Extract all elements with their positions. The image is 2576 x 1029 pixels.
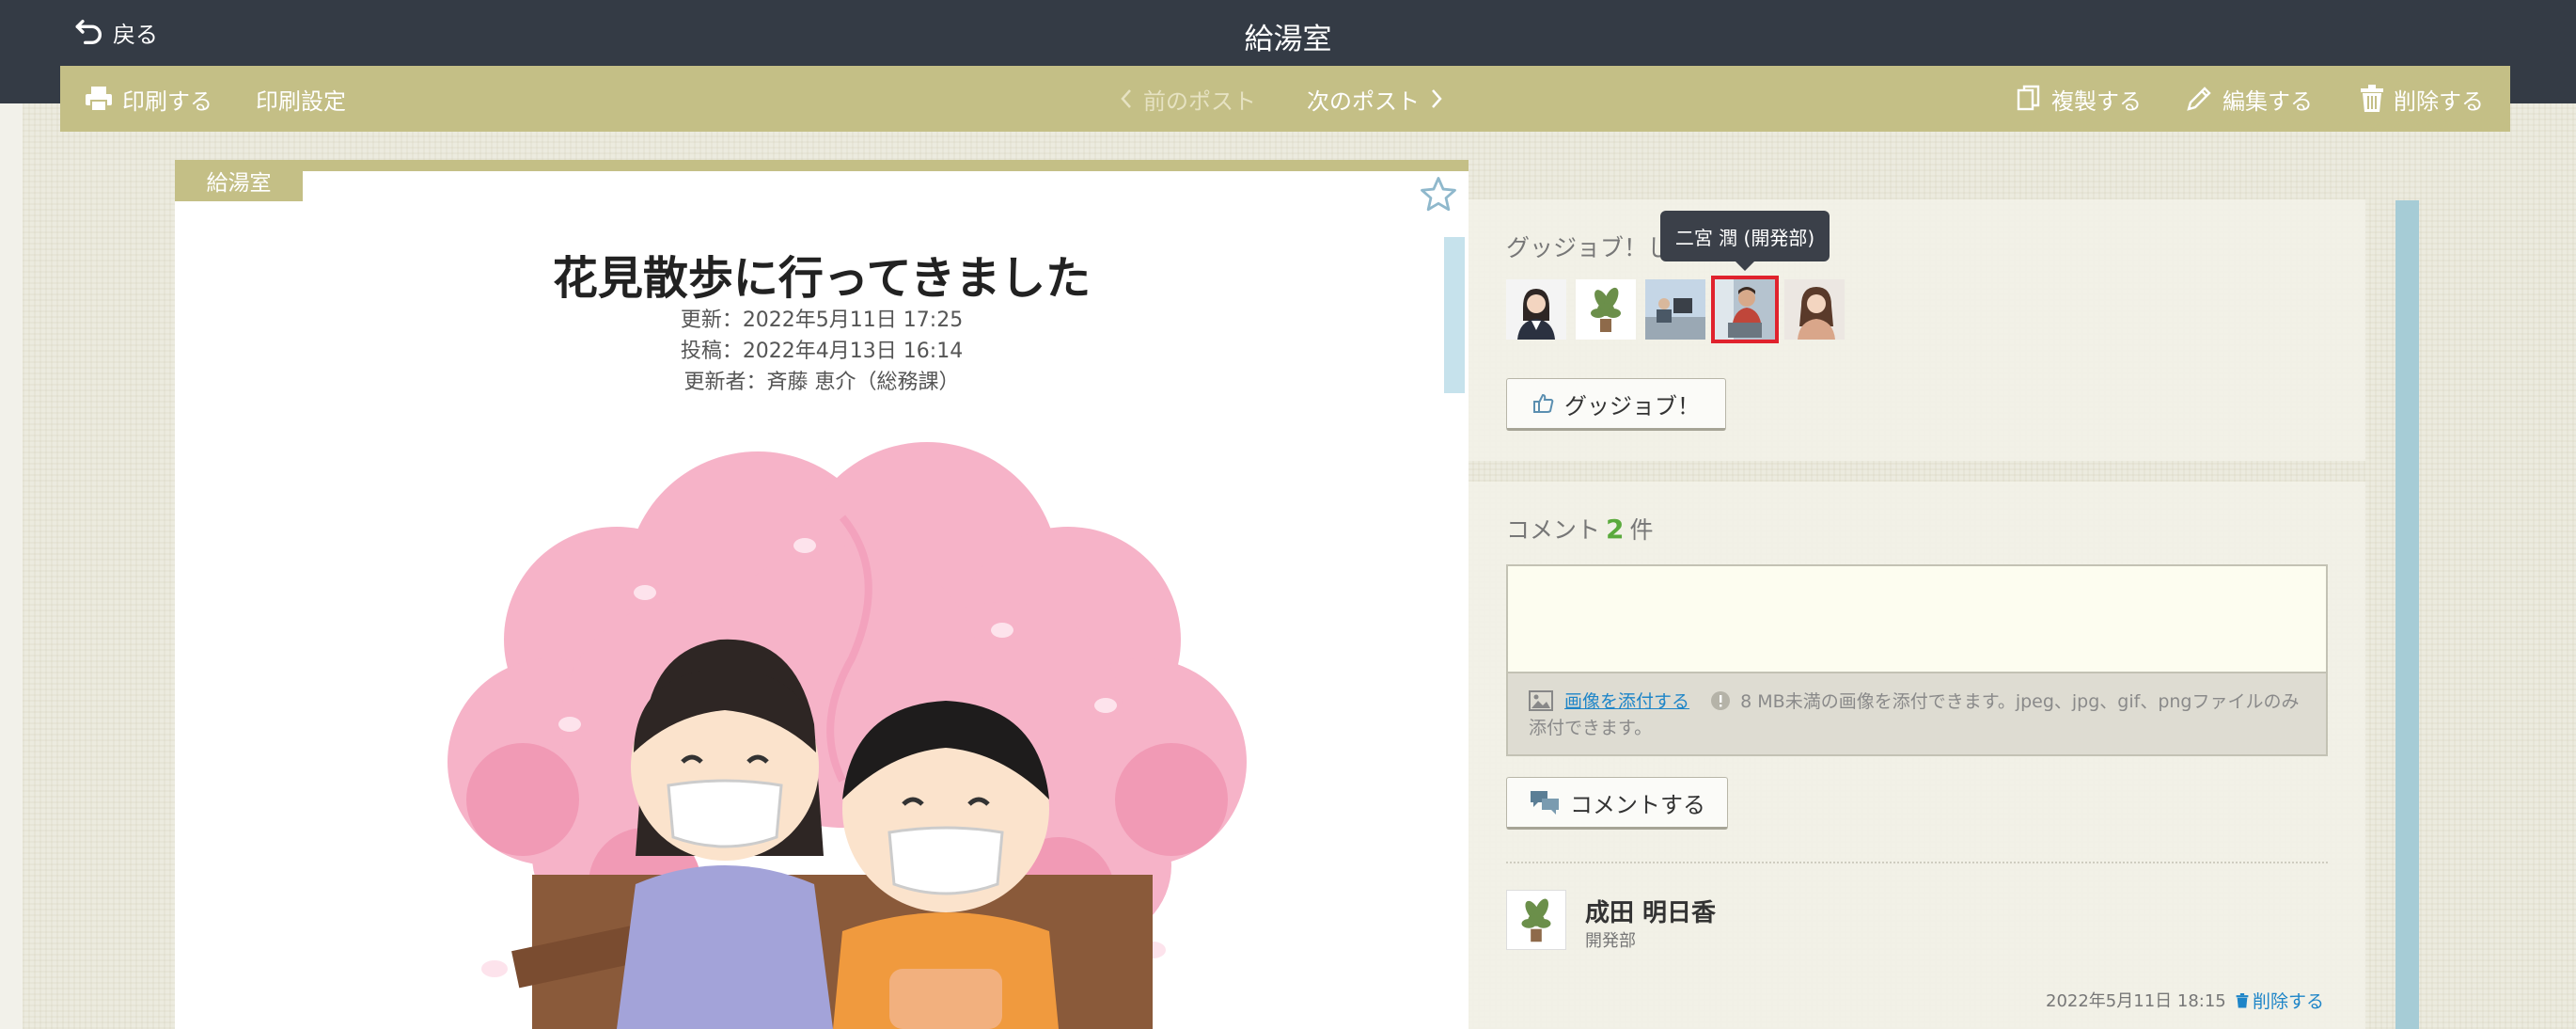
goodjob-button-label: グッジョブ！ xyxy=(1564,392,1700,420)
comment-author-avatar[interactable] xyxy=(1506,890,1566,950)
comment-delete-label: 削除する xyxy=(2253,991,2325,1012)
attach-image-bar: 画像を添付する 8 MB未満の画像を添付できます。jpeg、jpg、gif、pn… xyxy=(1506,673,2328,756)
post-card-accent xyxy=(175,160,1469,171)
goodjob-avatar-woman-suit[interactable] xyxy=(1506,279,1566,340)
woman-avatar-icon xyxy=(1784,279,1845,340)
woman-suit-avatar-icon xyxy=(1506,279,1566,340)
prev-post-button[interactable]: 前のポスト xyxy=(1119,66,1256,132)
next-post-button[interactable]: 次のポスト xyxy=(1307,66,1444,132)
office-desk-avatar-icon xyxy=(1645,279,1705,340)
goodjob-title: グッジョブ！し xyxy=(1506,234,1672,261)
goodjob-avatar-plant[interactable] xyxy=(1576,279,1636,340)
chevron-right-icon xyxy=(1432,89,1442,108)
submit-comment-button[interactable]: コメントする xyxy=(1506,777,1728,830)
comment-department: 開発部 xyxy=(1585,931,1636,951)
printer-icon xyxy=(86,87,112,112)
pencil-icon xyxy=(2187,87,2211,111)
comment-date: 2022年5月11日 18:15 xyxy=(2046,991,2226,1011)
star-icon[interactable] xyxy=(1419,175,1458,214)
goodjob-button[interactable]: グッジョブ！ xyxy=(1506,378,1726,431)
comment-delete-link[interactable]: 削除する xyxy=(2236,988,2324,1013)
category-label: 給湯室 xyxy=(175,160,303,201)
edit-button[interactable]: 編集する xyxy=(2185,66,2313,132)
print-settings-label: 印刷設定 xyxy=(256,87,346,115)
edit-label: 編集する xyxy=(2223,87,2313,115)
image-icon xyxy=(1529,690,1553,711)
goodjob-avatar-man-laptop[interactable] xyxy=(1711,276,1779,343)
chevron-left-icon xyxy=(1121,89,1131,108)
post-toolbar: 印刷する 印刷設定 前のポスト 次のポスト 複製する 編集する 削除する xyxy=(60,66,2510,132)
comments-title: コメント 2 件 xyxy=(1506,512,1654,546)
post-updated-by: 更新者：斉藤 恵介（総務課） xyxy=(683,371,960,394)
goodjob-user-tooltip: 二宮 潤 (開発部) xyxy=(1660,211,1830,261)
tooltip-arrow xyxy=(1736,261,1754,271)
trash-icon xyxy=(2361,85,2383,112)
info-icon xyxy=(1711,691,1731,710)
comments-title-label: コメント xyxy=(1506,516,1601,544)
plant-avatar-icon xyxy=(1576,279,1636,340)
delete-post-label: 削除する xyxy=(2394,87,2484,115)
duplicate-label: 複製する xyxy=(2051,87,2142,115)
plant-avatar-icon xyxy=(1521,898,1551,942)
thumbs-up-icon xyxy=(1533,393,1554,413)
post-posted: 投稿：2022年4月13日 16:14 xyxy=(680,340,964,363)
attach-image-link[interactable]: 画像を添付する xyxy=(1564,691,1689,712)
comment-divider xyxy=(1506,862,2328,863)
cherry-blossom-illustration xyxy=(448,442,1247,1029)
submit-comment-label: コメントする xyxy=(1570,791,1705,818)
comments-count: 2 xyxy=(1606,514,1625,545)
right-scroll-strip xyxy=(2395,200,2419,1029)
trash-icon xyxy=(2236,992,2249,1007)
delete-post-button[interactable]: 削除する xyxy=(2360,66,2484,132)
goodjob-avatar-office-desk[interactable] xyxy=(1645,279,1705,340)
next-post-label: 次のポスト xyxy=(1307,87,1420,115)
prev-post-label: 前のポスト xyxy=(1143,87,1256,115)
comment-textarea[interactable] xyxy=(1506,564,2328,673)
goodjob-avatar-woman[interactable] xyxy=(1784,279,1845,340)
duplicate-button[interactable]: 複製する xyxy=(2016,66,2142,132)
page-left-strip xyxy=(0,103,23,1029)
post-card: 給湯室 花見散歩に行ってきました 更新：2022年5月11日 17:25 投稿：… xyxy=(175,160,1469,1029)
print-button[interactable]: 印刷する xyxy=(85,66,212,132)
speech-bubbles-icon xyxy=(1531,791,1559,815)
post-title: 花見散歩に行ってきました xyxy=(552,252,1092,305)
comments-count-unit: 件 xyxy=(1629,516,1654,544)
post-updated: 更新：2022年5月11日 17:25 xyxy=(680,309,964,332)
comment-author: 成田 明日香 xyxy=(1585,899,1717,927)
page-title: 給湯室 xyxy=(1244,23,1332,56)
man-laptop-avatar-icon xyxy=(1715,279,1775,340)
copy-icon xyxy=(2017,85,2040,111)
print-label: 印刷する xyxy=(122,87,212,115)
print-settings-button[interactable]: 印刷設定 xyxy=(256,66,346,132)
